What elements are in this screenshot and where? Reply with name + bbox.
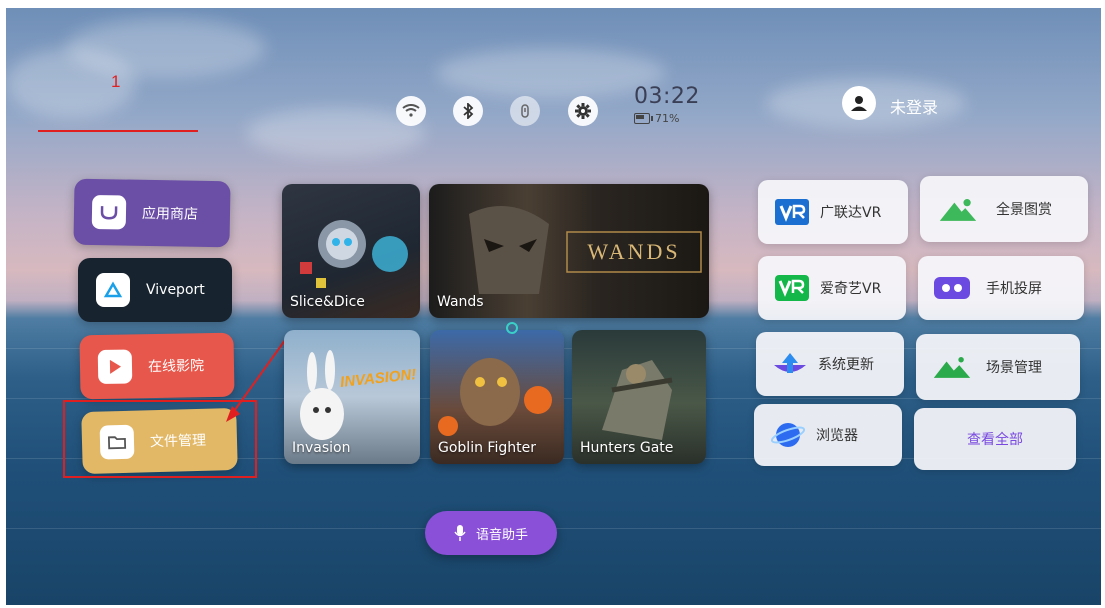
avatar[interactable]: [842, 86, 876, 120]
app-screen-cast[interactable]: 手机投屏: [918, 256, 1084, 320]
menu-viveport-label: Viveport: [146, 282, 205, 298]
settings-icon[interactable]: [568, 96, 598, 126]
app-system-update[interactable]: 系统更新: [756, 332, 904, 396]
game-tile-goblin-fighter[interactable]: Goblin Fighter: [430, 330, 564, 464]
browser-icon: [768, 421, 808, 449]
play-icon: [97, 349, 133, 385]
mountain-icon: [938, 195, 978, 223]
menu-online-cinema-label: 在线影院: [147, 358, 205, 376]
annotation-underline: [38, 130, 198, 132]
game-label: Wands: [437, 294, 484, 310]
cloud: [436, 48, 666, 98]
app-label: 广联达VR: [820, 205, 882, 221]
game-tile-wands[interactable]: WANDS Wands: [429, 184, 709, 318]
menu-online-cinema[interactable]: 在线影院: [79, 332, 235, 400]
app-label: 系统更新: [818, 357, 874, 373]
battery-icon: [634, 113, 653, 124]
cloud: [66, 18, 266, 78]
vr-logo-icon: [772, 198, 812, 226]
app-label: 手机投屏: [986, 281, 1042, 297]
menu-app-store[interactable]: 应用商店: [73, 178, 231, 248]
viveport-icon: [96, 273, 130, 307]
battery-status: 71%: [634, 112, 679, 125]
app-glodon-vr[interactable]: 广联达VR: [758, 180, 908, 244]
gaze-cursor: [506, 322, 518, 334]
annotation-number: 1: [111, 72, 121, 91]
store-icon: [91, 194, 127, 230]
game-tile-hunters-gate[interactable]: Hunters Gate: [572, 330, 706, 464]
menu-app-store-label: 应用商店: [141, 205, 199, 223]
menu-viveport[interactable]: Viveport: [78, 258, 232, 322]
update-icon: [770, 350, 810, 378]
voice-assistant-button[interactable]: 语音助手: [425, 511, 557, 555]
microphone-icon: [454, 525, 466, 541]
voice-assistant-label: 语音助手: [475, 527, 528, 543]
app-label: 全景图赏: [996, 202, 1052, 218]
iqiyi-vr-icon: [772, 274, 812, 302]
battery-percent: 71%: [655, 112, 680, 125]
app-browser[interactable]: 浏览器: [754, 404, 902, 466]
app-scene-manager[interactable]: 场景管理: [916, 334, 1080, 400]
app-panorama-gallery[interactable]: 全景图赏: [920, 176, 1088, 242]
game-label: Hunters Gate: [580, 440, 674, 456]
app-label: 场景管理: [986, 360, 1042, 376]
game-label: Invasion: [292, 440, 351, 456]
app-label: 爱奇艺VR: [820, 281, 882, 297]
view-all-button[interactable]: 查看全部: [914, 408, 1076, 470]
game-label: Goblin Fighter: [438, 440, 536, 456]
wands-logo-text: WANDS: [587, 239, 681, 264]
game-tile-slice-dice[interactable]: Slice&Dice: [282, 184, 420, 318]
app-label: 浏览器: [816, 428, 858, 444]
view-all-label: 查看全部: [967, 432, 1023, 448]
scene-icon: [932, 353, 972, 381]
login-status[interactable]: 未登录: [890, 94, 938, 118]
game-label: Slice&Dice: [290, 294, 365, 310]
screen-cast-icon: [932, 274, 972, 302]
app-iqiyi-vr[interactable]: 爱奇艺VR: [758, 256, 906, 320]
wifi-icon[interactable]: [396, 96, 426, 126]
clock-time: 03:22: [634, 84, 700, 109]
game-tile-invasion[interactable]: INVASION! Invasion: [284, 330, 420, 464]
bluetooth-icon[interactable]: [453, 96, 483, 126]
hand-tracking-icon[interactable]: [510, 96, 540, 126]
